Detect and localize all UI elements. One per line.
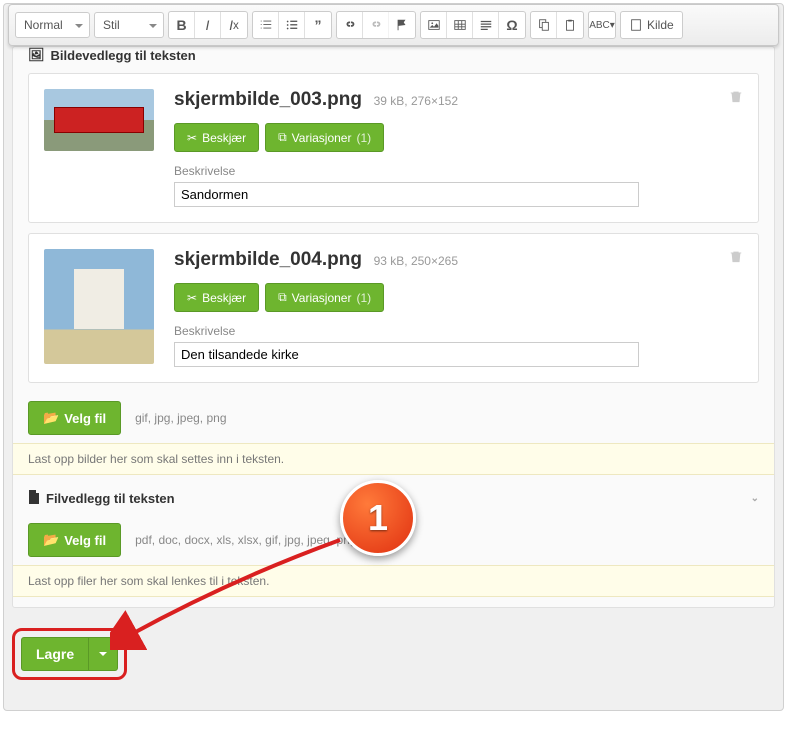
image-section-title: Bildevedlegg til teksten	[51, 48, 196, 63]
ordered-list-button[interactable]	[253, 12, 279, 38]
save-button-label: Lagre	[22, 638, 89, 670]
file-icon	[28, 490, 40, 507]
delete-attachment-button[interactable]	[729, 89, 743, 106]
file-section-title: Filvedlegg til teksten	[46, 491, 175, 506]
crop-label: Beskjær	[202, 291, 246, 305]
variations-button[interactable]: ⧉ Variasjoner (1)	[265, 123, 384, 152]
crop-button[interactable]: ✂ Beskjær	[174, 123, 259, 152]
image-section-header: 🖼 Bildevedlegg til teksten	[13, 47, 774, 73]
save-dropdown-toggle[interactable]	[89, 638, 117, 670]
unordered-list-button[interactable]	[279, 12, 305, 38]
variations-count: (1)	[356, 131, 371, 145]
copy-button[interactable]	[531, 12, 557, 38]
description-label: Beskrivelse	[174, 324, 743, 338]
save-button-highlight: Lagre	[12, 628, 127, 680]
editor-toolbar: Normal Stil B I Ix ”	[8, 4, 779, 46]
variations-label: Variasjoner	[292, 291, 352, 305]
attachment-filename: skjermbilde_003.png	[174, 89, 362, 110]
crop-label: Beskjær	[202, 131, 246, 145]
attachment-meta: 39 kB, 276×152	[374, 94, 458, 108]
crop-icon: ✂	[187, 291, 197, 305]
delete-attachment-button[interactable]	[729, 249, 743, 266]
attachment-filename: skjermbilde_004.png	[174, 249, 362, 270]
image-filetypes: gif, jpg, jpeg, png	[135, 411, 226, 425]
image-button[interactable]	[421, 12, 447, 38]
align-button[interactable]	[473, 12, 499, 38]
italic-button[interactable]: I	[195, 12, 221, 38]
attachment-thumbnail	[44, 249, 154, 364]
attachment-card: skjermbilde_004.png 93 kB, 250×265 ✂ Bes…	[28, 233, 759, 383]
flag-button[interactable]	[389, 12, 415, 38]
copy-icon: ⧉	[278, 130, 287, 145]
attachment-card: skjermbilde_003.png 39 kB, 276×152 ✂ Bes…	[28, 73, 759, 223]
description-label: Beskrivelse	[174, 164, 743, 178]
variations-label: Variasjoner	[292, 131, 352, 145]
spellcheck-button[interactable]: ABC▾	[589, 12, 615, 38]
clear-format-button[interactable]: Ix	[221, 12, 247, 38]
file-upload-hint: Last opp filer her som skal lenkes til i…	[13, 565, 774, 597]
chevron-down-icon: ⌄	[751, 493, 759, 504]
choose-file-button[interactable]: 📂 Velg fil	[28, 523, 121, 557]
image-icon: 🖼	[28, 47, 45, 63]
source-label: Kilde	[647, 18, 674, 32]
choose-file-label: Velg fil	[64, 411, 106, 426]
annotation-badge: 1	[340, 480, 416, 556]
special-char-button[interactable]: Ω	[499, 12, 525, 38]
choose-file-label: Velg fil	[64, 533, 106, 548]
format-select[interactable]: Normal	[15, 12, 90, 38]
description-input[interactable]	[174, 182, 639, 207]
source-button[interactable]: Kilde	[621, 12, 682, 38]
crop-icon: ✂	[187, 131, 197, 145]
bold-button[interactable]: B	[169, 12, 195, 38]
unlink-button[interactable]	[363, 12, 389, 38]
attachment-meta: 93 kB, 250×265	[374, 254, 458, 268]
variations-count: (1)	[356, 291, 371, 305]
crop-button[interactable]: ✂ Beskjær	[174, 283, 259, 312]
style-select[interactable]: Stil	[94, 12, 164, 38]
blockquote-button[interactable]: ”	[305, 12, 331, 38]
save-button[interactable]: Lagre	[21, 637, 118, 671]
paste-button[interactable]	[557, 12, 583, 38]
image-upload-hint: Last opp bilder her som skal settes inn …	[13, 443, 774, 475]
attachment-thumbnail	[44, 89, 154, 151]
table-button[interactable]	[447, 12, 473, 38]
folder-icon: 📂	[43, 410, 59, 426]
variations-button[interactable]: ⧉ Variasjoner (1)	[265, 283, 384, 312]
choose-image-file-button[interactable]: 📂 Velg fil	[28, 401, 121, 435]
file-filetypes: pdf, doc, docx, xls, xlsx, gif, jpg, jpe…	[135, 533, 378, 547]
folder-icon: 📂	[43, 532, 59, 548]
link-button[interactable]	[337, 12, 363, 38]
description-input[interactable]	[174, 342, 639, 367]
copy-icon: ⧉	[278, 290, 287, 305]
